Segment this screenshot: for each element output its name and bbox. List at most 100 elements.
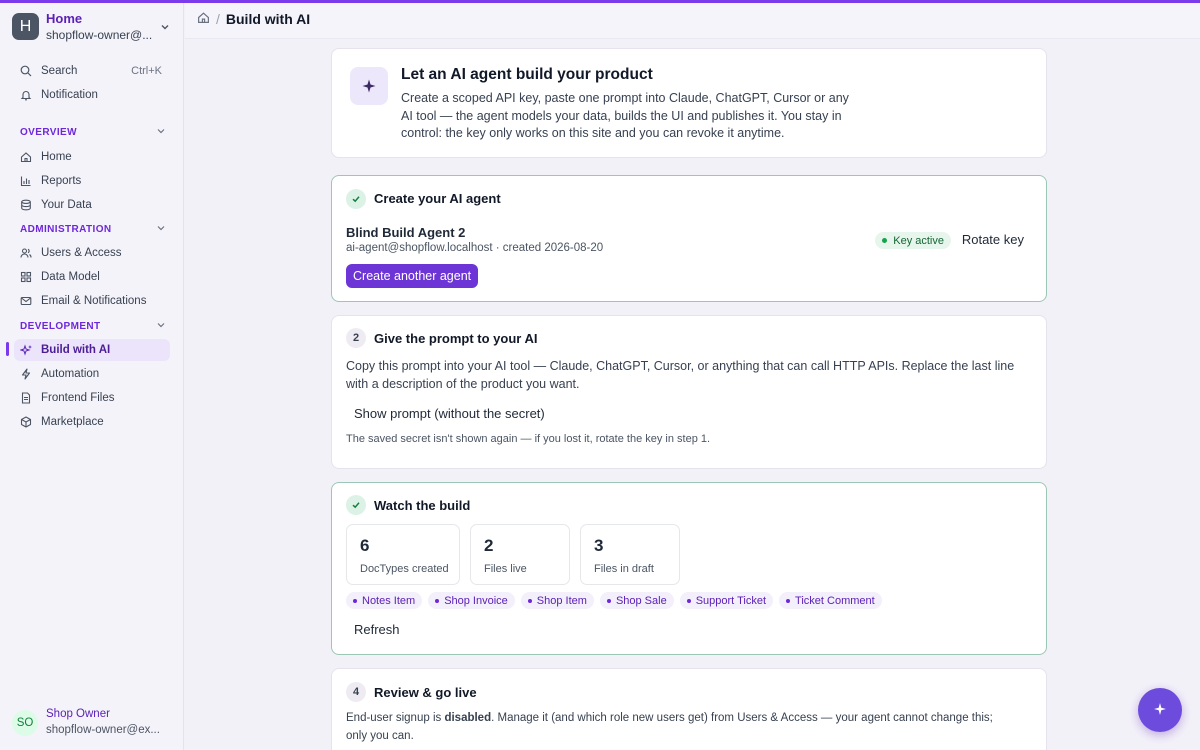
sidebar-item-label: Home [41, 151, 72, 163]
sidebar-item-frontend-files[interactable]: Frontend Files [14, 387, 170, 409]
sidebar-item-users-access[interactable]: Users & Access [14, 242, 170, 264]
database-icon [19, 198, 33, 212]
stat-label: Files live [484, 563, 527, 575]
user-email: shopflow-owner@ex... [46, 724, 160, 736]
stat-files-draft: 3 Files in draft [580, 524, 680, 585]
step-create-agent: Create your AI agent Blind Build Agent 2… [331, 175, 1047, 302]
stat-value: 3 [594, 536, 604, 555]
users-icon [19, 246, 33, 260]
step-title: Review & go live [374, 685, 477, 700]
sidebar-item-data-model[interactable]: Data Model [14, 266, 170, 288]
main-content: Let an AI agent build your product Creat… [185, 40, 1200, 750]
home-icon[interactable] [197, 11, 210, 27]
sidebar-item-home[interactable]: Home [14, 146, 170, 168]
sidebar-item-automation[interactable]: Automation [14, 363, 170, 385]
sparkle-icon [1152, 701, 1168, 720]
lightning-icon [19, 367, 33, 381]
step-title: Create your AI agent [374, 191, 501, 206]
notification-button[interactable]: Notification [14, 84, 170, 106]
breadcrumb: / Build with AI [197, 11, 310, 27]
search-shortcut: Ctrl+K [131, 65, 162, 77]
doctype-chip[interactable]: Notes Item [346, 592, 423, 609]
section-development-label: DEVELOPMENT [20, 321, 101, 332]
chip-label: Notes Item [362, 594, 416, 607]
section-overview-label: OVERVIEW [20, 127, 77, 138]
sidebar-item-label: Frontend Files [41, 392, 115, 404]
doctype-chip[interactable]: Shop Invoice [428, 592, 515, 609]
rotate-key-button[interactable]: Rotate key [962, 232, 1024, 247]
chip-dot [435, 598, 440, 603]
stat-label: DocTypes created [360, 563, 449, 575]
user-menu[interactable]: SO Shop Owner shopflow-owner@ex... [12, 706, 174, 740]
mail-icon [19, 294, 33, 308]
intro-card: Let an AI agent build your product Creat… [331, 48, 1047, 158]
sidebar-item-label: Email & Notifications [41, 295, 147, 307]
sidebar-item-label: Your Data [41, 199, 92, 211]
refresh-button[interactable]: Refresh [354, 622, 400, 637]
section-overview[interactable]: OVERVIEW [20, 126, 166, 139]
chip-dot [786, 598, 791, 603]
search-icon [19, 64, 33, 78]
show-prompt-button[interactable]: Show prompt (without the secret) [354, 406, 545, 421]
stat-value: 6 [360, 536, 370, 555]
workspace-switcher[interactable]: H Home shopflow-owner@... [12, 10, 174, 44]
chevron-down-icon [156, 223, 166, 236]
bar-chart-icon [19, 174, 33, 188]
stat-doctypes: 6 DocTypes created [346, 524, 460, 585]
step-title: Give the prompt to your AI [374, 331, 538, 346]
chip-label: Shop Sale [615, 594, 667, 607]
doctype-chip[interactable]: Shop Item [520, 592, 594, 609]
chip-dot [606, 598, 611, 603]
doctype-chip[interactable]: Ticket Comment [779, 592, 882, 609]
signup-note: End-user signup is disabled. Manage it (… [346, 710, 1016, 745]
breadcrumb-separator: / [216, 11, 220, 27]
chip-dot [527, 598, 532, 603]
ai-assistant-button[interactable] [1138, 688, 1182, 732]
signup-status: disabled [444, 712, 492, 724]
signup-note-text: End-user signup is [346, 712, 445, 724]
sidebar: H Home shopflow-owner@... Search Ctrl+K … [0, 0, 184, 750]
sidebar-item-label: Data Model [41, 271, 100, 283]
chevron-down-icon [156, 126, 166, 139]
step-number: 2 [346, 328, 366, 348]
notification-label: Notification [41, 89, 98, 101]
chip-label: Ticket Comment [795, 594, 875, 607]
secret-note: The saved secret isn't shown again — if … [346, 433, 711, 445]
chip-label: Shop Item [536, 594, 587, 607]
agent-name: Blind Build Agent 2 [346, 225, 466, 240]
search-label: Search [41, 65, 78, 77]
key-status-label: Key active [893, 234, 944, 247]
status-badge: Key active [875, 232, 951, 249]
step-number: 4 [346, 682, 366, 702]
status-dot [882, 238, 888, 243]
workspace-subtitle: shopflow-owner@... [46, 28, 153, 42]
workspace-avatar: H [12, 13, 39, 40]
sidebar-item-build-with-ai[interactable]: Build with AI [14, 339, 170, 361]
create-another-agent-button[interactable]: Create another agent [346, 264, 479, 288]
stat-files-live: 2 Files live [470, 524, 570, 585]
home-icon [19, 150, 33, 164]
section-administration[interactable]: ADMINISTRATION [20, 223, 166, 236]
package-icon [19, 415, 33, 429]
sidebar-item-label: Automation [41, 368, 100, 380]
search-button[interactable]: Search Ctrl+K [14, 60, 170, 82]
sidebar-item-email-notifications[interactable]: Email & Notifications [14, 290, 170, 312]
sidebar-item-reports[interactable]: Reports [14, 170, 170, 192]
sidebar-item-label: Users & Access [41, 247, 122, 259]
step-description: Copy this prompt into your AI tool — Cla… [346, 359, 1015, 391]
file-icon [19, 391, 33, 405]
section-administration-label: ADMINISTRATION [20, 224, 112, 235]
stat-value: 2 [484, 536, 494, 555]
step-title: Watch the build [374, 498, 471, 513]
check-icon [346, 189, 366, 209]
doctype-chip[interactable]: Shop Sale [599, 592, 674, 609]
user-name: Shop Owner [46, 708, 110, 720]
section-development[interactable]: DEVELOPMENT [20, 320, 166, 333]
chip-dot [353, 598, 357, 603]
sidebar-item-label: Build with AI [41, 344, 111, 356]
sidebar-item-your-data[interactable]: Your Data [14, 194, 170, 216]
sidebar-item-label: Marketplace [41, 416, 104, 428]
doctype-chip[interactable]: Support Ticket [679, 592, 774, 609]
sidebar-item-marketplace[interactable]: Marketplace [14, 411, 170, 433]
top-header: / Build with AI [185, 3, 1200, 39]
